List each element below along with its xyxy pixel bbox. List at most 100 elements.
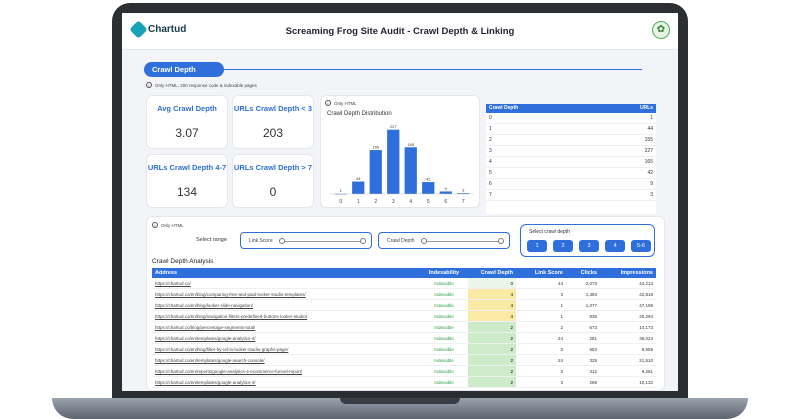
address-link[interactable]: https://chartud.co/blog/percentage-segme… — [152, 322, 420, 332]
clicks-cell: 281 — [589, 336, 597, 341]
crawl-depth-slider[interactable]: Crawl Depth — [378, 232, 510, 249]
depth-button-3[interactable]: 3 — [579, 240, 599, 252]
address-link[interactable]: https://chartud.co/en/blog/comparing-fre… — [152, 289, 420, 299]
table-row[interactable]: https://chartud.co/en/templates/google-a… — [152, 377, 656, 388]
crawl-depth-cell: 3 — [489, 148, 492, 154]
kpi-label: URLs Crawl Depth > 7 — [233, 163, 313, 172]
top-bar: Chartud Screaming Frog Site Audit - Craw… — [122, 13, 678, 50]
header-link-score[interactable]: Link Score — [516, 268, 566, 278]
indexability-cell: Indexable — [434, 347, 454, 352]
kpi-label: URLs Crawl Depth 4-7 — [147, 163, 227, 172]
indexability-cell: Indexable — [434, 380, 454, 385]
table-row[interactable]: https://chartud.co/Indexable 0 44 2,073 44,2… — [152, 278, 656, 289]
bar-depth-1[interactable] — [352, 181, 365, 194]
crawl-depth-cell: 4 — [489, 159, 492, 165]
link-score-min-handle[interactable] — [279, 238, 285, 244]
crawl-depth-max-handle[interactable] — [498, 238, 504, 244]
bar-value-label: 9 — [445, 186, 448, 191]
table-row[interactable]: https://chartud.co/en/blog/comparing-fre… — [152, 289, 656, 300]
bar-depth-3[interactable] — [387, 129, 400, 194]
crawl-depth-chart-card: i Only HTML Crawl Depth Distribution 1 0 4… — [320, 95, 480, 208]
urls-cell: 44 — [647, 126, 653, 132]
link-score-max-handle[interactable] — [360, 238, 366, 244]
filters-note: i Only HTML — [152, 222, 184, 228]
header-clicks[interactable]: Clicks — [566, 268, 600, 278]
address-link[interactable]: https://chartud.co/en/blog/filter-by-url… — [152, 344, 420, 354]
bar-value-label: 1 — [340, 188, 343, 193]
section-note: i Only HTML, 200 response code & indexab… — [146, 82, 257, 88]
crawl-depth-cell: 2 — [468, 355, 516, 365]
link-score-track[interactable] — [281, 241, 363, 242]
bar-depth-4[interactable] — [404, 147, 417, 194]
crawl-depth-track[interactable] — [423, 241, 501, 242]
indexability-cell: Indexable — [434, 292, 454, 297]
table-row[interactable]: https://chartud.co/en/templates/google-s… — [152, 355, 656, 366]
table-row[interactable]: https://chartud.co/en/blog/navigation-fi… — [152, 311, 656, 322]
depth-button-4[interactable]: 4 — [605, 240, 625, 252]
impressions-cell: 30,294 — [639, 314, 653, 319]
table-row: 5 42 — [486, 168, 656, 179]
table-row[interactable]: https://chartud.co/en/reports/google-ana… — [152, 366, 656, 377]
link-score-cell: 3 — [560, 380, 563, 385]
x-tick-label: 5 — [427, 199, 430, 205]
bar-value-label: 155 — [372, 145, 379, 150]
kpi-value: 3.07 — [175, 126, 199, 140]
impressions-cell: 14,173 — [639, 325, 653, 330]
link-score-label: Link Score — [249, 238, 273, 244]
header-impressions[interactable]: Impressions — [600, 268, 656, 278]
x-tick-label: 6 — [444, 199, 447, 205]
bar-value-label: 227 — [390, 124, 397, 129]
crawl-depth-cell: 4 — [468, 289, 516, 299]
select-range-label: Select range — [196, 237, 227, 243]
address-link[interactable]: https://chartud.co/ — [152, 278, 420, 288]
crawl-depth-cell: 4 — [468, 311, 516, 321]
kpi-label: URLs Crawl Depth < 3 — [233, 104, 313, 113]
crawl-depth-selector-title: Select crawl depth — [529, 229, 570, 235]
impressions-cell: 21,510 — [639, 358, 653, 363]
depth-button-1[interactable]: 1 — [527, 240, 547, 252]
bar-depth-5[interactable] — [422, 182, 435, 194]
info-icon: i — [325, 100, 331, 106]
table-row[interactable]: https://chartud.co/blog/percentage-segme… — [152, 322, 656, 333]
info-icon: i — [152, 222, 158, 228]
address-link[interactable]: https://chartud.co/en/reports/google-ana… — [152, 366, 420, 376]
table-row: 4 165 — [486, 157, 656, 168]
clicks-cell: 1,077 — [585, 303, 597, 308]
table-row: 69 — [486, 179, 656, 190]
bar-depth-6[interactable] — [439, 191, 452, 194]
table-row: 1 44 — [486, 124, 656, 135]
clicks-cell: 2,073 — [585, 281, 597, 286]
header-indexability[interactable]: Indexability — [420, 268, 468, 278]
address-link[interactable]: https://chartud.co/en/templates/google-s… — [152, 355, 420, 365]
x-tick-label: 0 — [339, 199, 342, 205]
address-link[interactable]: https://chartud.co/en/blog/looker-slide-… — [152, 300, 420, 310]
crawl-depth-cell: 0 — [489, 115, 492, 121]
chart-note-text: Only HTML — [334, 100, 357, 106]
crawl-depth-slider-label: Crawl Depth — [387, 238, 415, 244]
impressions-cell: 36,024 — [639, 336, 653, 341]
kpi-urls-depth-over-7: URLs Crawl Depth > 7 0 — [232, 154, 314, 208]
table-row[interactable]: https://chartud.co/en/templates/google-a… — [152, 333, 656, 344]
address-link[interactable]: https://chartud.co/en/blog/navigation-fi… — [152, 311, 420, 321]
address-link[interactable]: https://chartud.co/en/templates/google-a… — [152, 377, 420, 387]
link-score-cell: 1 — [560, 303, 563, 308]
table-row[interactable]: https://chartud.co/en/blog/filter-by-url… — [152, 344, 656, 355]
depth-button-2[interactable]: 2 — [553, 240, 573, 252]
table-row: 2 155 — [486, 135, 656, 146]
crawl-depth-min-handle[interactable] — [421, 238, 427, 244]
header-crawl-depth[interactable]: Crawl Depth — [468, 268, 516, 278]
header-address[interactable]: Address — [152, 268, 420, 278]
clicks-cell: 673 — [589, 325, 597, 330]
kpi-value: 203 — [262, 126, 284, 140]
indexability-cell: Indexable — [434, 369, 454, 374]
address-link[interactable]: https://chartud.co/en/templates/google-a… — [152, 333, 420, 343]
table-row[interactable]: https://chartud.co/en/blog/looker-slide-… — [152, 300, 656, 311]
crawl-depth-cell: 5 — [489, 170, 492, 176]
crawl-depth-cell: 7 — [489, 192, 492, 198]
depth-button-5-6[interactable]: 5-6 — [631, 240, 651, 252]
header-crawl-depth[interactable]: Crawl Depth — [489, 104, 613, 113]
table-header: Crawl Depth URLs — [486, 104, 656, 113]
bar-depth-2[interactable] — [369, 150, 382, 194]
link-score-slider[interactable]: Link Score — [240, 232, 372, 249]
header-urls[interactable]: URLs — [613, 104, 653, 113]
